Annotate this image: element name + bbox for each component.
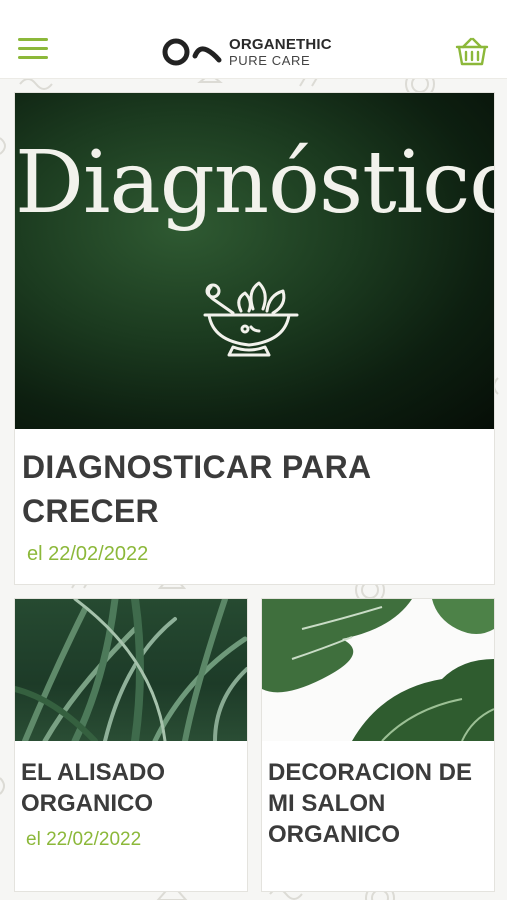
- post-card-alisado[interactable]: EL ALISADO ORGANICO el 22/02/2022: [14, 598, 248, 892]
- mortar-pestle-icon: [203, 281, 299, 357]
- brand-name: ORGANETHIC: [229, 36, 332, 53]
- logo-mark-icon: [162, 38, 222, 66]
- post-card-decoracion[interactable]: DECORACION DE MI SALON ORGANICO: [261, 598, 495, 892]
- featured-post-card[interactable]: Diagnóstico DIAGNOSTICAR PARA CRECER el …: [14, 92, 495, 585]
- featured-post-image: Diagnóstico: [15, 93, 494, 429]
- post-thumbnail-grass: [15, 599, 247, 741]
- hamburger-menu-icon[interactable]: [18, 38, 48, 64]
- post-thumbnail-monstera: [262, 599, 494, 741]
- featured-post-date: el 22/02/2022: [27, 543, 149, 565]
- post-date: el 22/02/2022: [26, 829, 142, 850]
- brand-tagline: PURE CARE: [229, 53, 311, 68]
- featured-post-title[interactable]: DIAGNOSTICAR PARA CRECER: [22, 445, 462, 533]
- hero-image-text: Diagnóstico: [15, 133, 494, 233]
- app-header: ORGANETHIC PURE CARE: [0, 0, 507, 79]
- post-title[interactable]: DECORACION DE MI SALON ORGANICO: [268, 757, 490, 850]
- basket-icon[interactable]: [455, 37, 489, 67]
- post-title[interactable]: EL ALISADO ORGANICO: [21, 757, 243, 819]
